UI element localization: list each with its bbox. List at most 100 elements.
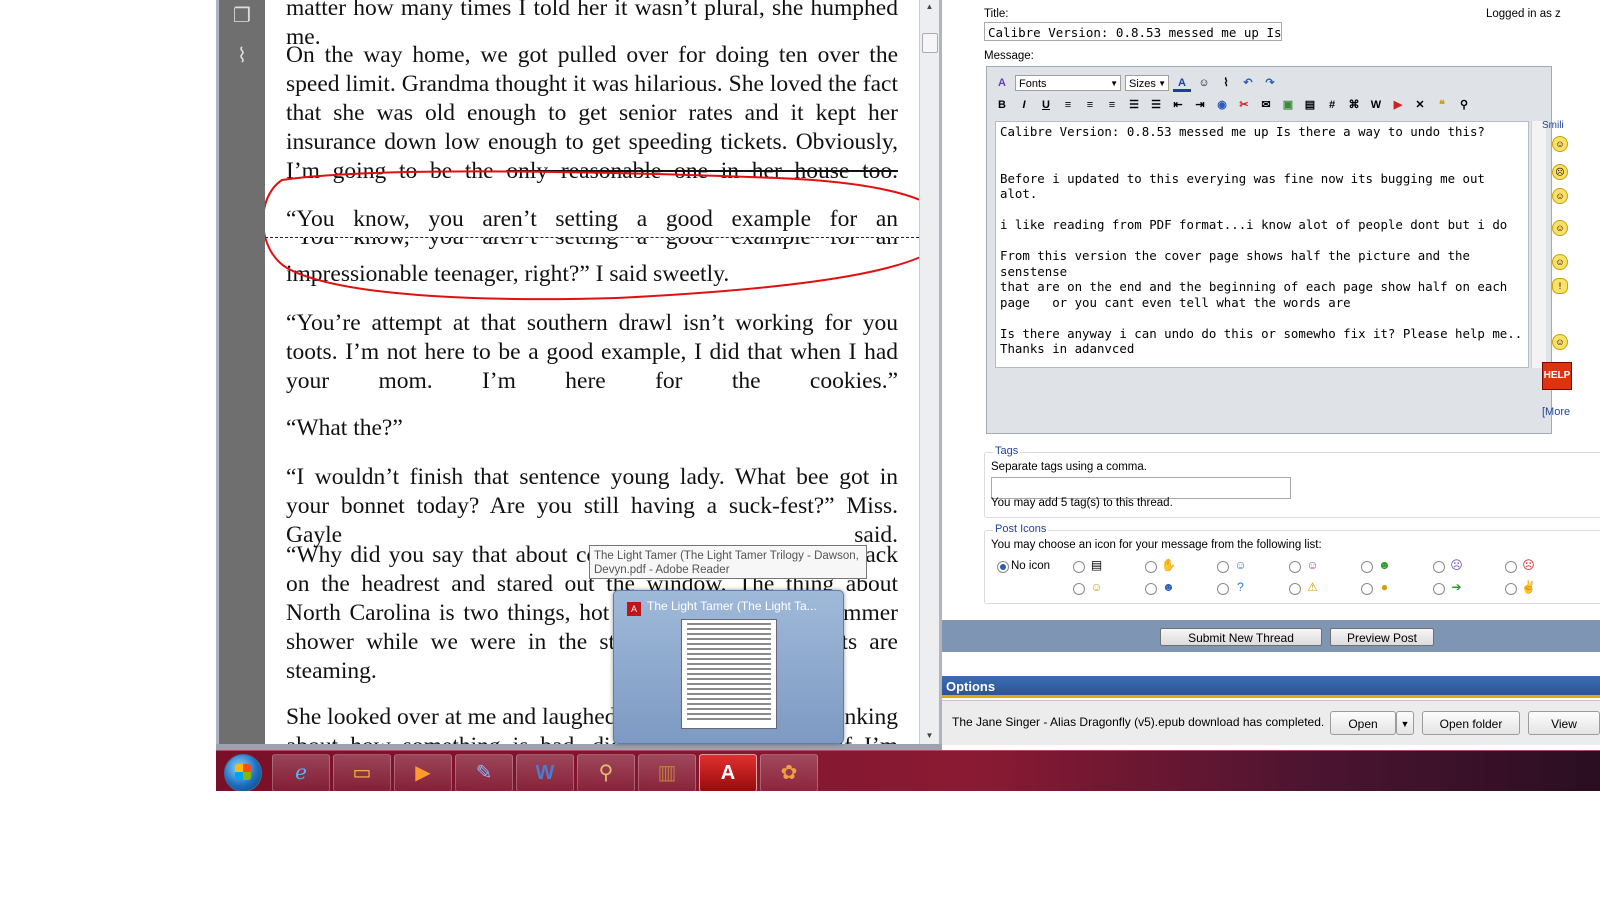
post-icon-radio[interactable] [1145,561,1157,573]
preview-post-button[interactable]: Preview Post [1330,628,1434,646]
email-icon[interactable]: ✉ [1257,96,1275,114]
media-player-icon[interactable]: ▶ [394,754,452,791]
thumbnail-title: The Light Tamer (The Light Ta... [647,599,817,613]
post-icon-radio[interactable] [1433,561,1445,573]
post-icon-radio[interactable] [1505,583,1517,595]
open-button[interactable]: Open [1330,711,1396,735]
paragraph: “What the?” [286,415,403,441]
remove-format-icon[interactable]: A [993,74,1011,92]
download-notification-bar: The Jane Singer - Alias Dragonfly (v5).e… [942,700,1600,745]
message-textarea[interactable]: Calibre Version: 0.8.53 messed me up Is … [995,121,1529,368]
post-icon-radio[interactable] [1217,583,1229,595]
smilie-icon[interactable]: ☺ [1552,188,1568,204]
post-icon-radio[interactable] [1361,583,1373,595]
ordered-list-icon[interactable]: ☰ [1125,96,1143,114]
align-center-icon[interactable]: ≡ [1081,96,1099,114]
paragraph: “You’re attempt at that southern drawl i… [286,310,898,394]
viewer-icon[interactable]: ⚲ [577,754,635,791]
smilie-icon[interactable]: ☺ [1552,334,1568,350]
submit-new-thread-button[interactable]: Submit New Thread [1160,628,1322,646]
post-icon-radio[interactable] [1361,561,1373,573]
post-icon-radio[interactable] [1505,561,1517,573]
internet-explorer-icon[interactable]: ℯ [272,754,330,791]
smilie-icon[interactable]: ☺ [1552,136,1568,152]
pages-icon[interactable]: ❐ [231,4,253,28]
wiki-icon[interactable]: W [1367,96,1385,114]
link-icon[interactable]: ◉ [1213,96,1231,114]
more-smilies-link[interactable]: [More [1542,406,1570,418]
word-icon[interactable]: W [516,754,574,791]
grin-icon: ☺ [1306,558,1319,572]
lightbulb-icon[interactable]: ! [1552,278,1568,294]
redo-icon[interactable]: ↷ [1261,74,1279,92]
undo-icon[interactable]: ↶ [1239,74,1257,92]
library-icon[interactable]: ▥ [638,754,696,791]
paragraph: On the way home, we got pulled over for … [286,41,898,186]
bold-icon[interactable]: B [993,96,1011,114]
scroll-down-icon[interactable]: ▼ [920,729,939,743]
post-icon-radio[interactable] [1289,583,1301,595]
scroll-thumb[interactable] [922,33,938,53]
scroll-up-icon[interactable]: ▲ [920,0,939,14]
smilie-icon[interactable]: ☹ [1552,164,1568,180]
taskbar-thumbnail-preview[interactable]: A The Light Tamer (The Light Ta... [613,590,844,744]
smilie-icon[interactable]: ☺ [1552,220,1568,236]
post-icon-radio[interactable] [1073,561,1085,573]
post-icon-radio[interactable] [1217,561,1229,573]
vertical-scrollbar[interactable]: ▲ ▼ [919,0,939,744]
paint-palette-icon[interactable]: ✿ [760,754,818,791]
tags-input[interactable] [991,477,1291,499]
align-right-icon[interactable]: ≡ [1103,96,1121,114]
italic-icon[interactable]: I [1015,96,1033,114]
hash-icon[interactable]: # [1323,96,1341,114]
view-downloads-button[interactable]: View [1528,711,1600,735]
no-icon-label: No icon [1011,560,1050,572]
split-line-top-half: “You know, you aren’t setting a good exa… [286,206,898,232]
image-icon[interactable]: ▣ [1279,96,1297,114]
globe-icon: ☻ [1378,558,1391,572]
indent-icon[interactable]: ⇥ [1191,96,1209,114]
attach-icon[interactable]: ⌇ [1217,74,1235,92]
smilie-icon[interactable]: ☺ [1195,74,1213,92]
post-icon-radio[interactable] [1073,583,1085,595]
video-icon[interactable]: ▤ [1301,96,1319,114]
text-color-icon[interactable]: A [1173,74,1191,92]
post-icon-radio[interactable] [1145,583,1157,595]
title-input[interactable]: Calibre Version: 0.8.53 messed me up Is … [984,22,1282,41]
post-icon-radio[interactable] [1289,561,1301,573]
open-folder-button[interactable]: Open folder [1422,711,1520,735]
submit-bar: Submit New Thread Preview Post [942,620,1600,652]
open-dropdown-icon[interactable]: ▼ [1396,711,1414,735]
underline-icon[interactable]: U [1037,96,1055,114]
post-icon-radio[interactable] [1433,583,1445,595]
editor-toolbar-row-2: B I U ≡ ≡ ≡ ☰ ☰ ⇤ ⇥ ◉ ✂ ✉ ▣ ▤ # ⌘ W ▶ ✕ [993,95,1473,115]
tags-hint: Separate tags using a comma. [991,461,1147,473]
spoiler-icon[interactable]: ✕ [1411,96,1429,114]
paint-brush-icon[interactable]: ✎ [455,754,513,791]
font-select[interactable]: Fonts ▼ [1015,75,1121,91]
tags-legend: Tags [993,445,1021,457]
code-icon[interactable]: ⌘ [1345,96,1363,114]
quote-icon[interactable]: ❝ [1433,96,1451,114]
size-select[interactable]: Sizes ▼ [1125,75,1169,91]
editor-toolbar-row-1: A Fonts ▼ Sizes ▼ A ☺ ⌇ ↶ ↷ [993,73,1279,93]
download-message: The Jane Singer - Alias Dragonfly (v5).e… [952,715,1325,729]
start-button[interactable] [224,754,262,791]
arrow-icon: ➔ [1451,580,1462,594]
align-left-icon[interactable]: ≡ [1059,96,1077,114]
file-explorer-icon[interactable]: ▭ [333,754,391,791]
post-icons-legend: Post Icons [993,523,1049,535]
unlink-icon[interactable]: ✂ [1235,96,1253,114]
no-icon-radio[interactable] [997,561,1009,573]
post-icons-hint: You may choose an icon for your message … [991,539,1322,551]
adobe-reader-icon[interactable]: A [699,754,757,791]
windows-taskbar: ℯ ▭ ▶ ✎ W ⚲ ▥ A ✿ [216,750,1600,791]
binoculars-icon[interactable]: ⚲ [1455,96,1473,114]
youtube-icon[interactable]: ▶ [1389,96,1407,114]
unordered-list-icon[interactable]: ☰ [1147,96,1165,114]
attachment-icon[interactable]: ⌇ [231,44,253,68]
smilie-icon[interactable]: ☺ [1552,254,1568,270]
paragraph: impressionable teenager, right?” I said … [286,261,730,287]
outdent-icon[interactable]: ⇤ [1169,96,1187,114]
help-sign-smilie[interactable]: HELP [1542,362,1572,390]
